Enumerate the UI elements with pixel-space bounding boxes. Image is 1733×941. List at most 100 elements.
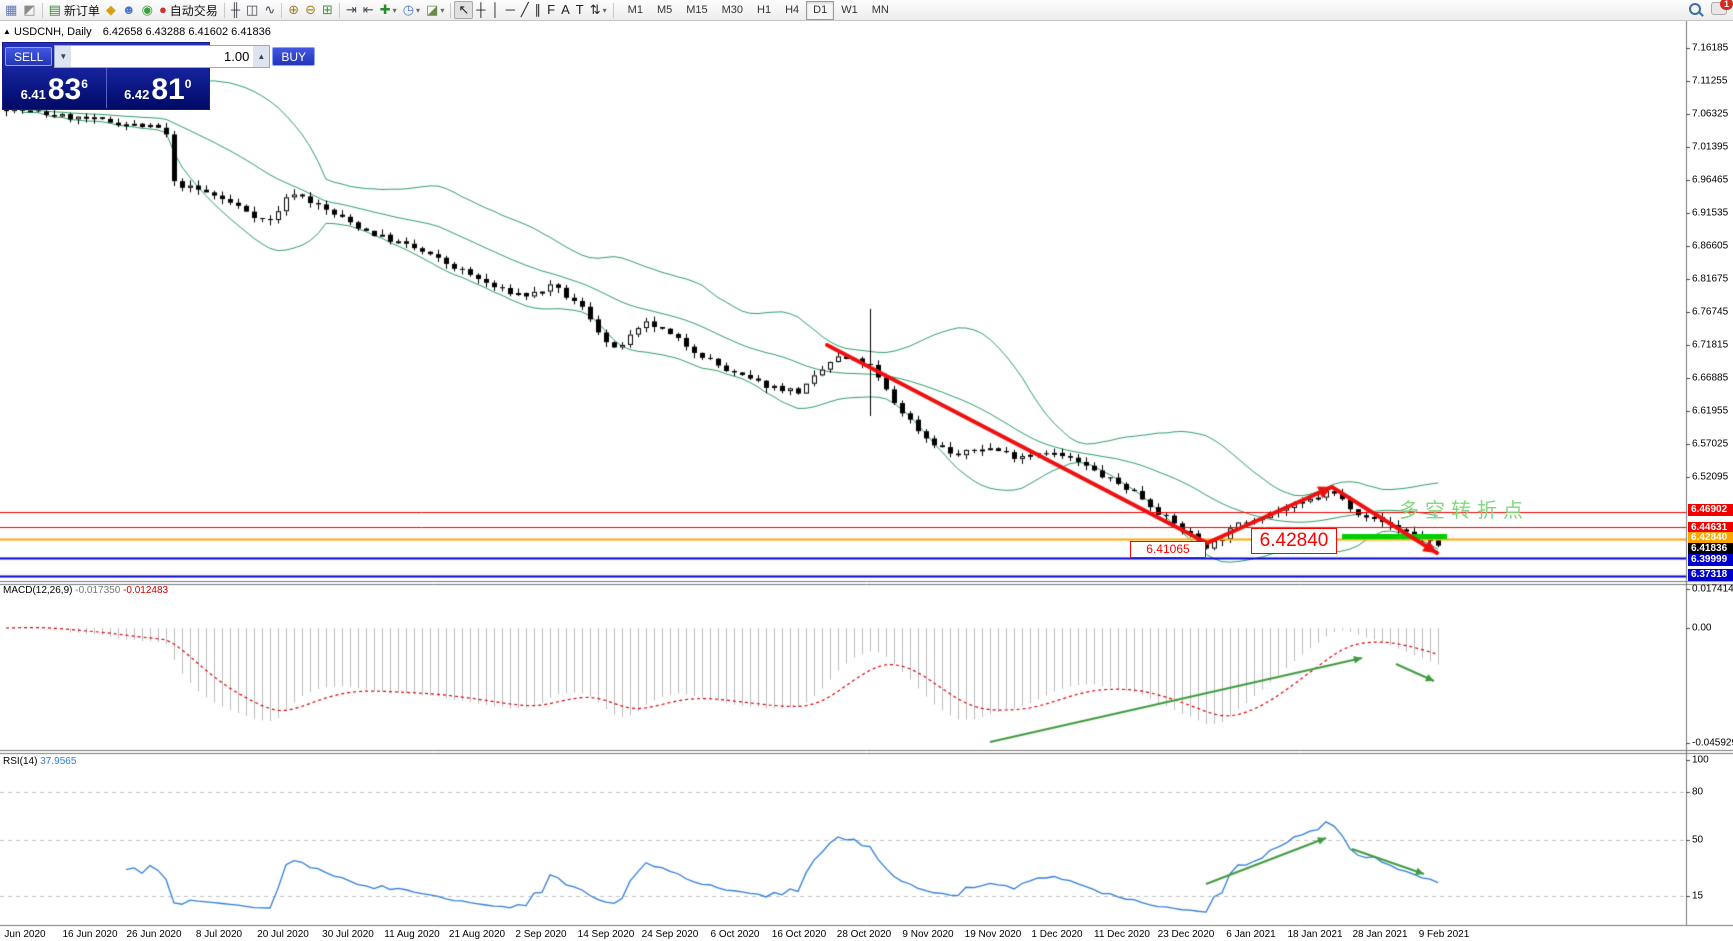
toolbar-icon: F [547,1,555,19]
price-axis-label: 6.86605 [1692,241,1728,252]
indicators-icon[interactable]: ✚ [377,1,400,19]
date-axis-label: 8 Jul 2020 [196,929,242,940]
toolbar-icon: ↖ [458,1,469,19]
sell-price-small: 6.41 [21,87,46,102]
tile-windows-icon[interactable]: ⊞ [319,1,336,19]
date-axis-label: 11 Aug 2020 [384,929,439,940]
horizontal-line-icon[interactable]: ─ [503,1,518,19]
sell-button[interactable]: SELL [5,47,52,66]
date-axis-label: 28 Oct 2020 [837,929,891,940]
date-axis-label: 23 Dec 2020 [1158,929,1215,940]
bar-chart-type-icon[interactable]: ╫ [228,1,243,19]
price-tag: 6.46902 [1688,504,1733,516]
search-icon[interactable] [1689,3,1701,15]
sell-price-pip: 6 [81,77,88,91]
autotrade-icon[interactable]: ● 自动交易 [156,1,221,19]
trendline-icon[interactable]: ╱ [518,1,532,19]
breakout-price-label: 6.42840 [1251,528,1337,554]
timeframe-button[interactable]: M15 [679,1,714,20]
signals-icon[interactable]: ◉ [139,1,156,19]
rsi-axis-label: 80 [1692,787,1703,798]
zoom-in-icon[interactable]: ⊕ [285,1,302,19]
fibonacci-icon[interactable]: F [544,1,558,19]
timeframe-button[interactable]: D1 [806,1,834,20]
date-axis-label: 24 Sep 2020 [642,929,699,940]
profile-icon[interactable]: ☻ [119,1,139,19]
macd-name: MACD(12,26,9) [3,585,72,596]
toolbar-buttons: ▦ ◩ ▤ 新订单 ◆ ☻ ◉ ● 自动交易 [2,1,617,19]
volume-decrease-button[interactable]: ▼ [55,46,71,67]
date-axis-label: 19 Nov 2020 [965,929,1022,940]
date-axis-label: 1 Dec 2020 [1031,929,1082,940]
toolbar-icon: ⇤ [363,1,374,19]
price-axis-label: 7.06325 [1692,109,1728,120]
macd-signal-value: -0.012483 [123,585,168,596]
candlestick-type-icon[interactable]: ◫ [243,1,261,19]
deposit-icon[interactable]: ◆ [103,1,119,19]
price-chart-canvas[interactable] [0,0,1733,941]
date-axis-label: 30 Jul 2020 [322,929,374,940]
auto-scroll-icon[interactable]: ⇥ [343,1,360,19]
timeframe-button[interactable]: M30 [715,1,750,20]
cursor-icon[interactable]: ↖ [454,1,473,19]
toolbar-icon: ⊖ [305,1,316,19]
one-click-trading-panel: SELL ▼ ▲ BUY 6.41 83 6 6.42 81 0 [2,42,210,110]
buy-price-pip: 0 [185,77,192,91]
toolbar-icon: ◩ [23,1,35,19]
toolbar-icon: ⊕ [288,1,299,19]
buy-price-big: 81 [151,75,184,105]
price-tag: 6.37318 [1688,569,1733,581]
price-axis-label: 7.16185 [1692,43,1728,54]
toolbar-icon: ◆ [106,1,116,19]
chart-ohlc-values: 6.42658 6.43288 6.41602 6.41836 [103,26,271,38]
toolbar-icon: ▤ [49,1,61,19]
chart-title: USDCNH, Daily 6.42658 6.43288 6.41602 6.… [14,26,271,38]
crosshair-icon[interactable]: ┼ [473,1,488,19]
notification-badge: 1 [1720,0,1733,10]
chart-shift-icon[interactable]: ⇤ [360,1,377,19]
timeframe-bar: M1M5M15M30H1H4D1W1MN [621,1,896,20]
price-axis-label: 6.52095 [1692,472,1728,483]
line-chart-type-icon[interactable]: ∿ [261,1,278,19]
sell-price[interactable]: 6.41 83 6 [3,68,107,108]
price-axis-label: 6.57025 [1692,439,1728,450]
timeframe-button[interactable]: H1 [750,1,778,20]
price-axis-label: 6.71815 [1692,340,1728,351]
vertical-line-icon[interactable]: │ [488,1,502,19]
text-icon[interactable]: A [558,1,573,19]
date-axis-label: 11 Dec 2020 [1094,929,1150,940]
timeframe-button[interactable]: M5 [650,1,679,20]
toolbar-icon: ∥ [535,1,542,19]
text-label-icon[interactable]: T [573,1,587,19]
toolbar-icon: ☻ [122,1,136,19]
timeframe-button[interactable]: H4 [778,1,806,20]
price-axis-label: 6.61955 [1692,406,1728,417]
date-axis-label: 18 Jan 2021 [1287,929,1342,940]
toolbar-icon: ◷ [403,1,414,19]
rsi-axis-label: 100 [1692,755,1709,766]
chart-preview-icon[interactable]: ◩ [20,1,38,19]
volume-input[interactable] [71,46,253,67]
date-axis-label: 9 Feb 2021 [1419,929,1470,940]
turning-point-annotation: 多空转折点 [1399,494,1529,523]
notifications-icon[interactable]: 1 [1711,2,1727,15]
zoom-out-icon[interactable]: ⊖ [302,1,319,19]
volume-increase-button[interactable]: ▲ [253,46,269,67]
periods-icon[interactable]: ◷ [400,1,423,19]
arrows-icon[interactable]: ⇅ [587,1,610,19]
timeframe-button[interactable]: MN [865,1,896,20]
toolbar-icon: ▦ [5,1,17,19]
support-price-label: 6.41065 [1130,541,1206,558]
timeframe-button[interactable]: W1 [834,1,865,20]
equidistant-channel-icon[interactable]: ∥ [532,1,545,19]
buy-price[interactable]: 6.42 81 0 [107,68,210,108]
price-axis-label: 7.01395 [1692,142,1728,153]
charts-grid-icon[interactable]: ▦ [2,1,20,19]
macd-axis-label: -0.045929 [1692,738,1733,749]
buy-price-small: 6.42 [124,87,149,102]
new-order-icon[interactable]: ▤ 新订单 [46,1,103,19]
price-tag: 6.39999 [1688,554,1733,566]
buy-button[interactable]: BUY [272,47,315,66]
templates-icon[interactable]: ◪ [423,1,447,19]
timeframe-button[interactable]: M1 [621,1,650,20]
